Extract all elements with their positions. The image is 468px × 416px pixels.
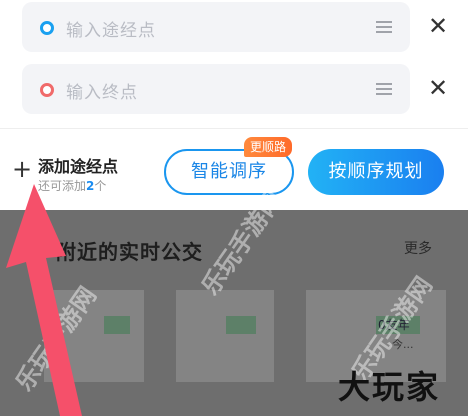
- drag-handle-icon[interactable]: [376, 21, 392, 33]
- remove-destination-close-icon[interactable]: ✕: [424, 74, 452, 102]
- destination-dot-icon: [40, 83, 54, 97]
- route-action-bar: + 添加途经点 还可添加2个 智能调序 更顺路 按顺序规划: [0, 128, 468, 211]
- destination-field[interactable]: 输入终点: [22, 64, 410, 114]
- route-tag: [104, 316, 130, 334]
- destination-placeholder: 输入终点: [66, 83, 138, 103]
- smoother-route-badge: 更顺路: [244, 137, 293, 157]
- waypoint-field[interactable]: 输入途经点: [22, 2, 410, 52]
- more-link[interactable]: 更多: [404, 238, 432, 258]
- site-logo: 大玩家: [338, 368, 441, 406]
- remove-waypoint-close-icon[interactable]: ✕: [424, 12, 452, 40]
- section-title: 附近的实时公交: [56, 240, 203, 264]
- route-tag: [226, 316, 256, 334]
- add-waypoint-hint: 还可添加2个: [38, 179, 107, 193]
- drag-handle-icon[interactable]: [376, 83, 392, 95]
- waypoint-placeholder: 输入途经点: [66, 21, 156, 41]
- waypoint-dot-icon: [40, 21, 54, 35]
- transit-card[interactable]: [176, 290, 274, 382]
- plan-in-order-button[interactable]: 按顺序规划: [308, 149, 444, 195]
- add-waypoint-button[interactable]: 添加途经点: [38, 153, 118, 177]
- plus-icon[interactable]: +: [12, 157, 32, 181]
- route-input-panel: 输入途经点 ✕ 输入终点 ✕: [0, 0, 468, 128]
